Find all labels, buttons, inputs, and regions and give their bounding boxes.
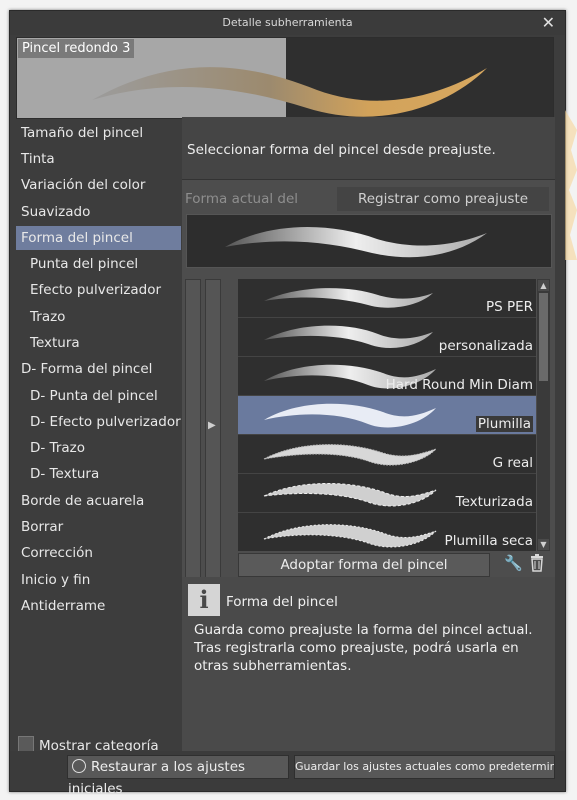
category-item-selected[interactable]: Forma del pincel [16, 226, 181, 250]
preset-name: PS PER [485, 299, 533, 315]
category-item[interactable]: Tinta [16, 147, 181, 171]
category-item[interactable]: Trazo [16, 305, 181, 329]
info-body: Guarda como preajuste la forma del pince… [194, 622, 533, 674]
current-shape-preview [186, 214, 552, 268]
preset-item-selected[interactable]: Plumilla [238, 396, 536, 435]
folder-column[interactable] [185, 279, 201, 579]
category-item[interactable]: Suavizado [16, 200, 181, 224]
preset-name: personalizada [438, 338, 533, 354]
info-icon: i [188, 584, 220, 616]
shape-tabs: Forma actual del pincel Registrar como p… [182, 187, 555, 231]
tab-current-shape[interactable]: Forma actual del pincel [185, 187, 335, 231]
preset-item[interactable]: personalizada [238, 318, 536, 357]
preset-name: Hard Round Min Diam [385, 377, 533, 393]
adopt-shape-button[interactable]: Adoptar forma del pincel [238, 553, 490, 577]
preset-item[interactable]: Hard Round Min Diam [238, 357, 536, 396]
info-panel: i Forma del pincel Guarda como preajuste… [182, 577, 555, 763]
panel-header: Seleccionar forma del pincel desde preaj… [182, 117, 555, 180]
category-item[interactable]: Borrar [16, 515, 181, 539]
restore-label: Restaurar a los ajustes iniciales [68, 759, 246, 797]
category-item[interactable]: Efecto pulverizador [16, 278, 181, 302]
preset-name: Texturizada [455, 494, 533, 510]
brush-shape-panel: Seleccionar forma del pincel desde preaj… [182, 117, 555, 763]
footer-bar: Restaurar a los ajustes iniciales Guarda… [10, 751, 565, 797]
preset-item[interactable]: PS PER [238, 279, 536, 318]
category-item[interactable]: Textura [16, 331, 181, 355]
category-item[interactable]: Inicio y fin [16, 568, 181, 592]
checkbox-box[interactable] [18, 736, 34, 752]
window-title: Detalle subherramienta [222, 16, 353, 29]
preset-item[interactable]: Plumilla seca [238, 513, 536, 551]
preset-name: G real [492, 455, 533, 471]
panel-header-text: Seleccionar forma del pincel desde preaj… [187, 142, 496, 158]
scroll-down-icon[interactable]: ▼ [538, 539, 549, 550]
folder-column[interactable]: ▶ [205, 279, 221, 579]
preset-name: Plumilla [475, 416, 533, 432]
preset-item[interactable]: G real [238, 435, 536, 474]
wrench-icon[interactable]: 🔧 [504, 554, 523, 572]
category-item[interactable]: Punta del pincel [16, 252, 181, 276]
restore-icon [72, 759, 86, 773]
restore-defaults-button[interactable]: Restaurar a los ajustes iniciales [67, 755, 289, 797]
category-item[interactable]: Borde de acuarela [16, 489, 181, 513]
close-icon[interactable]: ✕ [542, 13, 555, 32]
category-list: Tamaño del pincel Tinta Variación del co… [16, 121, 181, 731]
info-heading: Forma del pincel [226, 594, 338, 610]
category-item[interactable]: Variación del color [16, 173, 181, 197]
expand-arrow-icon[interactable]: ▶ [208, 420, 216, 431]
scroll-up-icon[interactable]: ▲ [538, 280, 549, 291]
preset-list: PS PER personalizada Hard Round Min Diam… [238, 279, 536, 551]
brush-preview: Pincel redondo 3 [16, 37, 554, 119]
category-item[interactable]: D- Punta del pincel [16, 384, 181, 408]
title-bar: Detalle subherramienta ✕ [10, 11, 565, 35]
category-item[interactable]: D- Efecto pulverizador [16, 410, 181, 434]
category-item[interactable]: D- Textura [16, 462, 181, 486]
category-item[interactable]: Tamaño del pincel [16, 121, 181, 145]
category-item[interactable]: D- Forma del pincel [16, 357, 181, 381]
subtool-detail-window: Detalle subherramienta ✕ Pincel redondo … [9, 10, 566, 797]
save-as-default-button[interactable]: Guardar los ajustes actuales como predet… [294, 755, 555, 779]
tab-register-preset[interactable]: Registrar como preajuste [337, 187, 549, 211]
trash-icon[interactable] [530, 554, 544, 572]
preset-name: Plumilla seca [444, 533, 533, 549]
category-item[interactable]: Antiderrame [16, 594, 181, 618]
preview-brush-name: Pincel redondo 3 [18, 39, 135, 58]
background-decoration [565, 110, 577, 260]
preset-scrollbar[interactable]: ▲ ▼ [537, 279, 550, 551]
preset-item[interactable]: Texturizada [238, 474, 536, 513]
category-item[interactable]: D- Trazo [16, 436, 181, 460]
scroll-thumb[interactable] [539, 293, 548, 381]
category-item[interactable]: Corrección [16, 541, 181, 565]
